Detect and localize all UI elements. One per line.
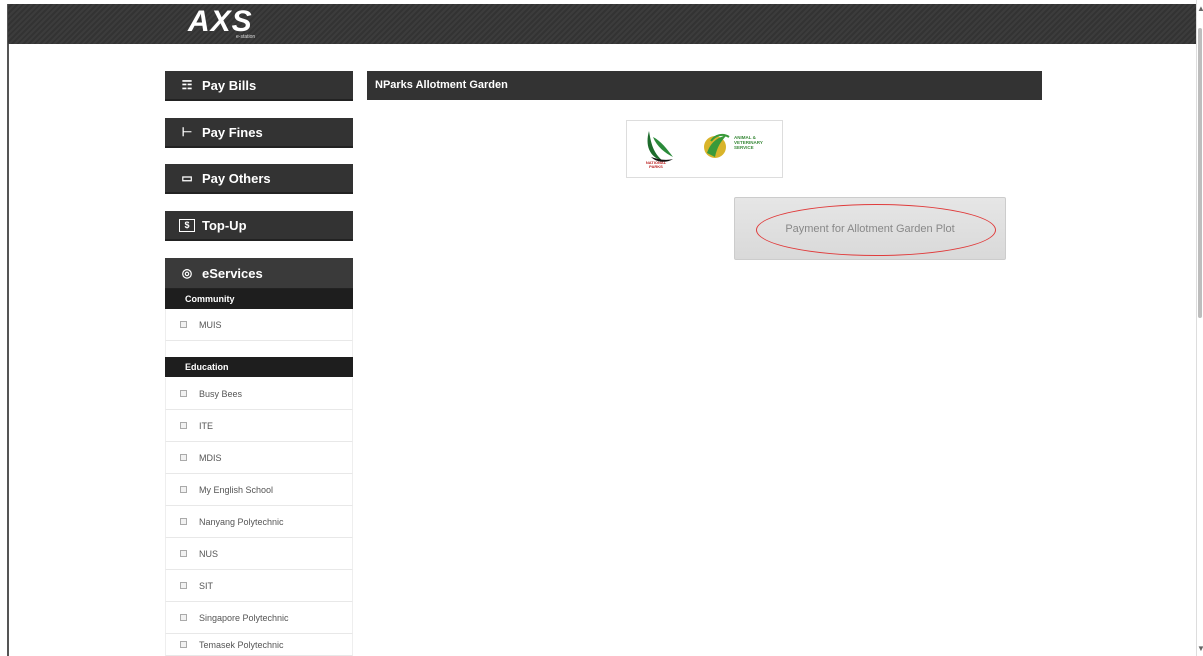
list-item-mdis[interactable]: MDIS bbox=[165, 442, 353, 474]
list-item-sit[interactable]: SIT bbox=[165, 570, 353, 602]
category-community-header: Community bbox=[165, 289, 353, 309]
globe-icon: ◎ bbox=[181, 266, 193, 280]
gavel-icon: ⊢ bbox=[181, 125, 193, 139]
list-item-label: Nanyang Polytechnic bbox=[199, 516, 284, 527]
top-navigation-bar: AXS e-station bbox=[8, 4, 1196, 44]
list-item-label: Singapore Polytechnic bbox=[199, 612, 289, 623]
pay-bills-button[interactable]: ☶ Pay Bills bbox=[165, 71, 353, 101]
list-item-label: Busy Bees bbox=[199, 388, 243, 399]
checkbox-icon bbox=[180, 390, 187, 397]
card-icon: ▭ bbox=[181, 171, 193, 185]
checkbox-icon bbox=[180, 550, 187, 557]
list-item-singapore-polytechnic[interactable]: Singapore Polytechnic bbox=[165, 602, 353, 634]
list-item-temasek-polytechnic[interactable]: Temasek Polytechnic bbox=[165, 634, 353, 656]
list-item-label: MUIS bbox=[199, 319, 222, 330]
list-item-label: MDIS bbox=[199, 452, 222, 463]
dollar-icon: $ bbox=[179, 218, 195, 232]
pay-others-button[interactable]: ▭ Pay Others bbox=[165, 164, 353, 194]
pay-bills-label: Pay Bills bbox=[202, 77, 257, 93]
window-border bbox=[7, 4, 9, 656]
checkbox-icon bbox=[180, 454, 187, 461]
pay-others-label: Pay Others bbox=[202, 170, 271, 186]
payment-button-label: Payment for Allotment Garden Plot bbox=[785, 222, 955, 235]
page-title: NParks Allotment Garden bbox=[367, 71, 1042, 100]
scroll-down-icon[interactable]: ▼ bbox=[1197, 644, 1203, 654]
list-item-my-english-school[interactable]: My English School bbox=[165, 474, 353, 506]
logo-subtext: e-station bbox=[236, 34, 256, 40]
list-item-label: My English School bbox=[199, 484, 274, 495]
checkbox-icon bbox=[180, 321, 187, 328]
list-item-label: ITE bbox=[199, 420, 214, 431]
checkbox-icon bbox=[180, 486, 187, 493]
checkbox-icon bbox=[180, 614, 187, 621]
eservices-button[interactable]: ◎ eServices bbox=[165, 258, 353, 290]
axs-logo[interactable]: AXS e-station bbox=[188, 5, 278, 40]
eservices-label: eServices bbox=[202, 265, 263, 281]
payment-allotment-garden-plot-button[interactable]: Payment for Allotment Garden Plot bbox=[734, 197, 1006, 260]
browser-window: AXS e-station ☶ Pay Bills ⊢ Pay Fines ▭ … bbox=[0, 0, 1203, 656]
list-item-label: NUS bbox=[199, 548, 219, 559]
list-item-label: SIT bbox=[199, 580, 214, 591]
checkbox-icon bbox=[180, 518, 187, 525]
scrollbar-thumb[interactable] bbox=[1198, 28, 1202, 318]
list-item-nus[interactable]: NUS bbox=[165, 538, 353, 570]
list-item-ite[interactable]: ITE bbox=[165, 410, 353, 442]
nparks-label: NATIONAL PARKS bbox=[645, 160, 667, 169]
checkbox-icon bbox=[180, 641, 187, 648]
list-item-busy-bees[interactable]: Busy Bees bbox=[165, 378, 353, 410]
checkbox-icon bbox=[180, 582, 187, 589]
list-spacer bbox=[165, 341, 353, 357]
list-item-muis[interactable]: MUIS bbox=[165, 309, 353, 341]
avs-label: ANIMAL & VETERINARY SERVICE bbox=[734, 135, 763, 150]
top-up-label: Top-Up bbox=[202, 217, 247, 233]
top-up-button[interactable]: $ Top-Up bbox=[165, 211, 353, 241]
scroll-up-icon[interactable]: ▲ bbox=[1197, 4, 1203, 14]
category-education-header: Education bbox=[165, 357, 353, 377]
pay-fines-button[interactable]: ⊢ Pay Fines bbox=[165, 118, 353, 148]
bill-icon: ☶ bbox=[181, 78, 193, 92]
list-item-nanyang-polytechnic[interactable]: Nanyang Polytechnic bbox=[165, 506, 353, 538]
pay-fines-label: Pay Fines bbox=[202, 124, 263, 140]
checkbox-icon bbox=[180, 422, 187, 429]
agency-logos: NATIONAL PARKS ANIMAL & VETERINARY SERVI… bbox=[626, 120, 783, 178]
list-item-label: Temasek Polytechnic bbox=[199, 639, 284, 650]
